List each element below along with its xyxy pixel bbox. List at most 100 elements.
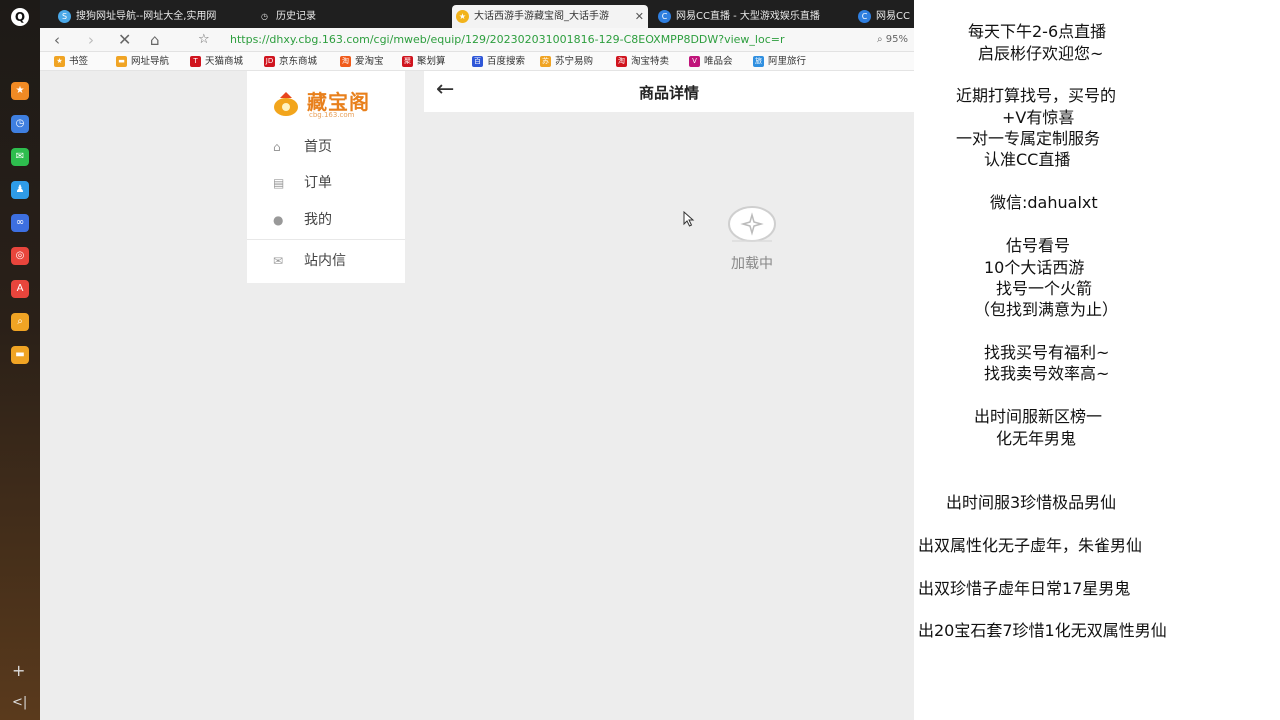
jd-icon: JD xyxy=(264,56,275,67)
order-icon: ▤ xyxy=(273,176,285,190)
zoom-value: 95% xyxy=(885,34,908,45)
bookmark-item[interactable]: V 唯品会 xyxy=(689,54,733,69)
tab-cc[interactable]: C 网易CC xyxy=(854,5,914,28)
mail-icon: ✉ xyxy=(273,254,284,268)
collapse-icon[interactable]: <| xyxy=(12,695,27,710)
cbg-logo[interactable]: 藏宝阁 cbg.163.com xyxy=(271,85,381,119)
panel-line: （包找到满意为止） xyxy=(974,300,1119,319)
bookmark-item[interactable]: JD 京东商城 xyxy=(264,54,317,69)
bookmarks-bar: ★ 书签 ▬ 网址导航 T 天猫商城 JD 京东商城 淘爱淘宝 聚聚划算 百百度搜索 苏… xyxy=(40,52,914,71)
panel-line: 出时间服新区榜一 xyxy=(974,407,1103,426)
panel-line: 一对一专属定制服务 xyxy=(956,129,1101,148)
panel-line: 启辰彬仔欢迎您~ xyxy=(978,44,1104,63)
panel-line: 找号一个火箭 xyxy=(996,279,1093,298)
bookmark-item[interactable]: 百百度搜索 xyxy=(472,54,525,69)
weibo-app-icon[interactable]: ◎ xyxy=(11,247,29,265)
bookmark-item[interactable]: ▬ 网址导航 xyxy=(116,54,169,69)
tab-cbg[interactable]: ★ 大话西游手游藏宝阁_大话手游 ✕ xyxy=(452,5,648,28)
star-app-icon[interactable]: ★ xyxy=(11,82,29,100)
cbg-tab-icon: ★ xyxy=(456,10,469,23)
panel-line: 每天下午2-6点直播 xyxy=(968,22,1107,41)
panel-line: 出双属性化无子虚年，朱雀男仙 xyxy=(918,536,1143,555)
history-tab-icon: ◷ xyxy=(261,12,268,21)
left-app-bar: Q ★ ◷ ✉ ♟ ∞ ◎ A ⌕ ▬ + <| xyxy=(0,0,40,720)
panel-line: 出双珍惜子虚年日常17星男鬼 xyxy=(918,579,1131,598)
panel-line: 10个大话西游 xyxy=(984,258,1085,277)
nav-home[interactable]: ⌂ 首页 xyxy=(273,137,332,157)
brand-sub: cbg.163.com xyxy=(309,111,355,119)
game-app-icon[interactable]: ∞ xyxy=(11,214,29,232)
travel-icon: 旅 xyxy=(753,56,764,67)
tejia-icon: 淘 xyxy=(616,56,627,67)
nav-label: 站内信 xyxy=(304,253,346,269)
panel-line: 找我卖号效率高~ xyxy=(984,364,1110,383)
search-app-icon[interactable]: ⌕ xyxy=(11,313,29,331)
close-tab-icon[interactable]: ✕ xyxy=(635,5,644,28)
tab-history[interactable]: ◷ 历史记录 xyxy=(254,5,444,28)
forward-nav-icon[interactable]: › xyxy=(88,30,94,50)
user-icon: ● xyxy=(273,213,284,227)
star-icon: ★ xyxy=(54,56,65,67)
nav-mine[interactable]: ● 我的 xyxy=(273,210,332,230)
page-content: 藏宝阁 cbg.163.com ⌂ 首页 ▤ 订单 ● 我的 ✉ 站内信 ← 商… xyxy=(40,71,914,720)
address-bar: ‹ › ✕ ⌂ ☆ https://dhxy.cbg.163.com/cgi/m… xyxy=(40,28,914,52)
bookmark-item[interactable]: 聚聚划算 xyxy=(402,54,446,69)
cc-tab-icon: C xyxy=(658,10,671,23)
tab-cc-live[interactable]: C 网易CC直播 - 大型游戏娱乐直播 xyxy=(654,5,844,28)
tab-bar: S 搜狗网址导航--网址大全,实用网 ◷ 历史记录 ★ 大话西游手游藏宝阁_大话… xyxy=(40,0,914,28)
bookmark-item[interactable]: 旅阿里旅行 xyxy=(753,54,806,69)
panel-line: 近期打算找号，买号的 xyxy=(956,86,1117,105)
panel-line: +V有惊喜 xyxy=(1002,108,1075,127)
shirt-app-icon[interactable]: ♟ xyxy=(11,181,29,199)
zoom-level[interactable]: ⌕ 95% xyxy=(877,32,908,48)
panel-line: 化无年男鬼 xyxy=(996,429,1077,448)
back-nav-icon[interactable]: ‹ xyxy=(54,30,60,50)
baidu-icon: 百 xyxy=(472,56,483,67)
bookmark-item[interactable]: 淘爱淘宝 xyxy=(340,54,384,69)
chat-app-icon[interactable]: ✉ xyxy=(11,148,29,166)
folder-icon: ▬ xyxy=(116,56,127,67)
stop-loading-icon[interactable]: ✕ xyxy=(118,30,131,50)
sogou-tab-icon: S xyxy=(58,10,71,23)
treasure-bag-icon xyxy=(274,92,298,116)
site-sidebar: 藏宝阁 cbg.163.com ⌂ 首页 ▤ 订单 ● 我的 ✉ 站内信 xyxy=(247,71,405,283)
nav-messages[interactable]: ✉ 站内信 xyxy=(273,251,346,271)
panel-line: 找我买号有福利~ xyxy=(984,343,1110,362)
panel-line: 估号看号 xyxy=(1006,236,1071,255)
stream-info-panel: 每天下午2-6点直播 启辰彬仔欢迎您~ 近期打算找号，买号的 +V有惊喜 一对一… xyxy=(914,0,1280,720)
panel-line: 认准CC直播 xyxy=(984,150,1071,169)
home-icon: ⌂ xyxy=(273,140,281,154)
wechat-contact: 微信:dahualxt xyxy=(990,193,1098,212)
loading-text: 加载中 xyxy=(731,256,773,272)
nav-orders[interactable]: ▤ 订单 xyxy=(273,173,332,193)
tab-title: 网易CC xyxy=(876,11,910,22)
page-header: ← 商品详情 xyxy=(424,71,914,112)
tab-title: 网易CC直播 - 大型游戏娱乐直播 xyxy=(676,11,820,22)
url-input[interactable]: https://dhxy.cbg.163.com/cgi/mweb/equip/… xyxy=(230,32,850,48)
suning-icon: 苏 xyxy=(540,56,551,67)
tab-title: 搜狗网址导航--网址大全,实用网 xyxy=(76,11,217,22)
vip-icon: V xyxy=(689,56,700,67)
bookmark-item[interactable]: T 天猫商城 xyxy=(190,54,243,69)
panel-line: 出时间服3珍惜极品男仙 xyxy=(946,493,1117,512)
bookmark-item[interactable]: 淘淘宝特卖 xyxy=(616,54,669,69)
clock-app-icon[interactable]: ◷ xyxy=(11,115,29,133)
page-title: 商品详情 xyxy=(638,84,699,102)
add-icon[interactable]: + xyxy=(12,661,25,680)
browser-logo-icon[interactable]: Q xyxy=(11,8,29,26)
nav-label: 我的 xyxy=(304,212,332,228)
pdf-app-icon[interactable]: A xyxy=(11,280,29,298)
tmall-icon: T xyxy=(190,56,201,67)
bookmark-item[interactable]: ★ 书签 xyxy=(54,54,88,69)
nav-label: 订单 xyxy=(304,175,332,191)
tab-sogou[interactable]: S 搜狗网址导航--网址大全,实用网 xyxy=(54,5,244,28)
bookmark-star-icon[interactable]: ☆ xyxy=(198,30,210,50)
taobao-icon: 淘 xyxy=(340,56,351,67)
home-icon[interactable]: ⌂ xyxy=(150,30,160,50)
folder-app-icon[interactable]: ▬ xyxy=(11,346,29,364)
divider xyxy=(247,239,405,240)
bookmark-item[interactable]: 苏苏宁易购 xyxy=(540,54,593,69)
cc-tab-icon: C xyxy=(858,10,871,23)
mouse-cursor-icon xyxy=(683,211,695,227)
panel-line: 出20宝石套7珍惜1化无双属性男仙 xyxy=(918,621,1167,640)
